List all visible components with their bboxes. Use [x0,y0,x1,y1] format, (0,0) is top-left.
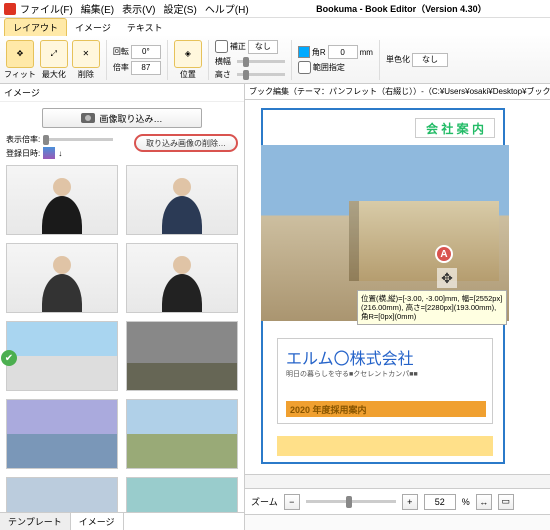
recruit-bar: 2020 年度採用案内 [286,401,486,417]
canvas[interactable]: 会 社 案 内 A ✥ 位置(横,縦)=[-3.00, -3.00]mm, 幅=… [245,100,550,474]
maximize-label: 最大化 [42,69,66,80]
import-images-button[interactable]: 画像取り込み… [42,108,202,128]
range-check[interactable] [298,61,311,74]
fit-label: フィット [4,69,36,80]
height-slider[interactable] [237,73,285,76]
move-handle-icon[interactable]: ✥ [437,268,457,288]
display-ratio-slider[interactable] [43,138,113,141]
sort-arrow-icon[interactable]: ↓ [58,149,62,158]
thumb-3[interactable] [6,243,118,313]
corner-r-unit: mm [360,48,373,57]
delete-label: 削除 [78,69,94,80]
corner-r-input[interactable]: 0 [328,45,358,59]
mono-select[interactable]: なし [412,53,448,67]
zoom-value[interactable]: 52 [424,494,456,510]
maximize-button[interactable]: ⤢ [40,40,68,68]
camera-icon [81,113,95,123]
marker-a: A [435,245,453,263]
tab-layout[interactable]: レイアウト [4,18,67,36]
zoom-label: ズーム [251,495,278,508]
width-slider[interactable] [237,60,285,63]
thumb-10[interactable] [126,477,238,512]
correct-check[interactable] [215,40,228,53]
menu-help[interactable]: ヘルプ(H) [205,1,249,16]
zoom-in-button[interactable]: + [402,494,418,510]
corner-r-label: 角R [312,47,326,58]
sort-icon[interactable] [43,147,55,159]
thumb-4[interactable] [126,243,238,313]
delete-imported-button[interactable]: 取り込み画像の削除… [134,134,238,152]
company-name: エルム〇株式会社 [278,339,492,369]
bottom-tab-image[interactable]: イメージ [71,513,124,530]
thumb-1[interactable] [6,165,118,235]
menu-settings[interactable]: 設定(S) [163,1,196,16]
delete-button[interactable]: ✕ [72,40,100,68]
company-block[interactable]: エルム〇株式会社 明日の暮らしを守る■クセレントカンパ■■ 2020 年度採用案… [277,338,493,424]
rotate-label: 回転 [113,46,129,57]
menu-edit[interactable]: 編集(E) [81,1,114,16]
height-label: 高さ [215,69,231,80]
company-tagline: 明日の暮らしを守る■クセレントカンパ■■ [278,369,492,379]
fit-button[interactable]: ✥ [6,40,34,68]
bottom-tab-template[interactable]: テンプレート [0,513,71,530]
page-footer-bar [277,436,493,456]
color-swatch[interactable] [298,46,310,58]
h-scrollbar[interactable] [245,474,550,488]
position-tooltip: 位置(横,縦)=[-3.00, -3.00]mm, 幅=[2552px](216… [357,290,507,325]
reg-date-label: 登録日時: [6,148,40,159]
page-banner: 会 社 案 内 [415,118,495,138]
range-label: 範囲指定 [313,62,345,73]
rotate-select[interactable]: 0° [131,45,161,59]
zoom-slider[interactable] [306,500,396,503]
app-title: Bookuma - Book Editor（Version 4.30） [257,2,546,15]
thumb-5-selected[interactable] [6,321,118,391]
tab-text[interactable]: テキスト [119,19,171,36]
page[interactable]: 会 社 案 内 A ✥ 位置(横,縦)=[-3.00, -3.00]mm, 幅=… [261,108,505,464]
tab-image[interactable]: イメージ [67,19,119,36]
mono-label: 単色化 [386,54,410,65]
app-icon [4,3,16,15]
scale-input[interactable]: 87 [131,61,161,75]
breadcrumb: ブック編集（テーマ：パンフレット（右綴じ））-（C:¥Users¥osaki¥D… [245,84,550,100]
zoom-fit-page-button[interactable]: ▭ [498,494,514,510]
position-button[interactable]: ◈ [174,40,202,68]
width-label: 横幅 [215,56,231,67]
thumb-9[interactable] [6,477,118,512]
thumb-2[interactable] [126,165,238,235]
thumb-8[interactable] [126,399,238,469]
correct-label: 補正 [230,41,246,52]
zoom-out-button[interactable]: − [284,494,300,510]
thumb-6[interactable] [126,321,238,391]
zoom-unit: % [462,497,470,507]
status-strip [245,514,550,530]
scale-label: 倍率 [113,62,129,73]
correct-select[interactable]: なし [248,40,278,54]
zoom-fit-width-button[interactable]: ↔ [476,494,492,510]
menu-file[interactable]: ファイル(F) [20,1,73,16]
position-label: 位置 [180,69,196,80]
sidebar-title: イメージ [0,84,244,102]
import-label: 画像取り込み… [99,112,162,125]
menu-view[interactable]: 表示(V) [122,1,155,16]
display-ratio-label: 表示倍率: [6,134,40,145]
thumb-7[interactable] [6,399,118,469]
